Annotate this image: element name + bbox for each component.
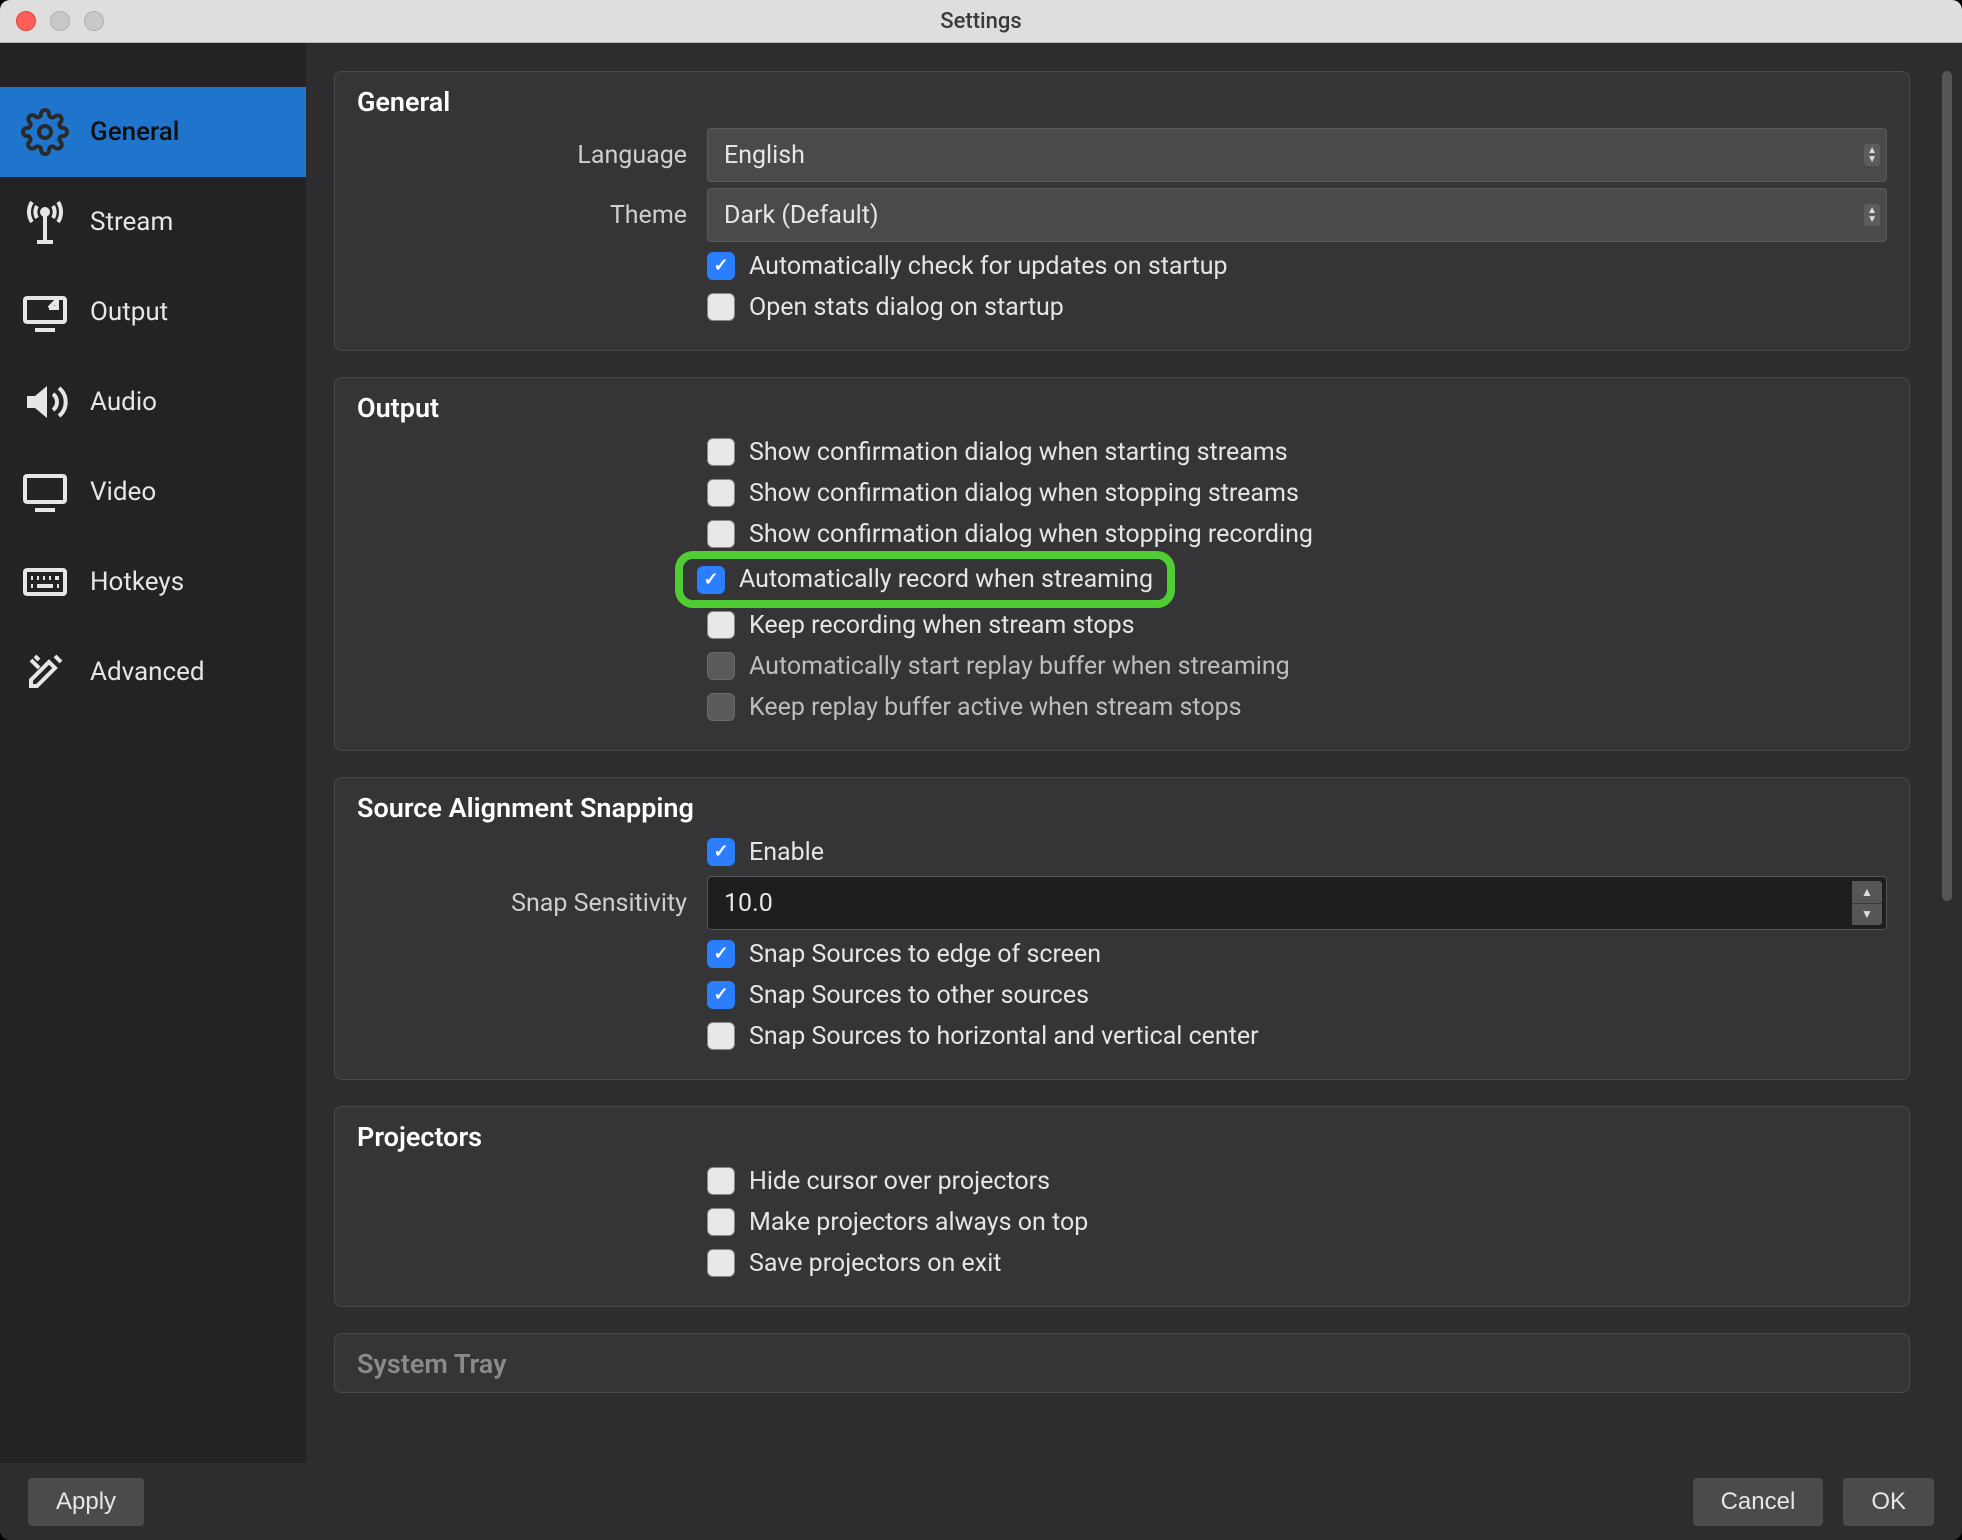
- sidebar-item-label: Video: [90, 477, 156, 507]
- auto-record-stream-label: Automatically record when streaming: [739, 565, 1153, 594]
- snap-sensitivity-value: 10.0: [724, 889, 773, 918]
- theme-select[interactable]: Dark (Default) ▲▼: [707, 188, 1887, 242]
- hide-cursor-label: Hide cursor over projectors: [749, 1167, 1050, 1196]
- confirm-stop-stream-label: Show confirmation dialog when stopping s…: [749, 479, 1299, 508]
- apply-button[interactable]: Apply: [28, 1478, 144, 1526]
- open-stats-label: Open stats dialog on startup: [749, 293, 1064, 322]
- snap-edge-checkbox[interactable]: [707, 940, 735, 968]
- check-updates-label: Automatically check for updates on start…: [749, 252, 1228, 281]
- speaker-icon: [18, 375, 72, 429]
- auto-replay-buffer-label: Automatically start replay buffer when s…: [749, 652, 1290, 681]
- sidebar-item-label: Output: [90, 297, 168, 327]
- snapping-enable-checkbox[interactable]: [707, 838, 735, 866]
- panel-projectors: Projectors Hide cursor over projectors M…: [334, 1106, 1910, 1307]
- sidebar-item-general[interactable]: General: [0, 87, 306, 177]
- auto-replay-buffer-checkbox: [707, 652, 735, 680]
- confirm-stop-stream-checkbox[interactable]: [707, 479, 735, 507]
- sidebar-item-stream[interactable]: Stream: [0, 177, 306, 267]
- auto-record-stream-checkbox[interactable]: [697, 566, 725, 594]
- titlebar: Settings: [0, 0, 1962, 43]
- sidebar-item-label: General: [90, 117, 179, 147]
- panel-general: General Language English ▲▼ Theme: [334, 71, 1910, 351]
- antenna-icon: [18, 195, 72, 249]
- dialog-footer: Apply Cancel OK: [0, 1463, 1962, 1540]
- stepper-icon: ▲▼: [1864, 204, 1880, 226]
- check-updates-checkbox[interactable]: [707, 252, 735, 280]
- panel-title: General: [357, 86, 1887, 118]
- always-top-label: Make projectors always on top: [749, 1208, 1088, 1237]
- language-label: Language: [357, 141, 707, 170]
- snap-other-label: Snap Sources to other sources: [749, 981, 1089, 1010]
- snap-sensitivity-label: Snap Sensitivity: [357, 889, 707, 918]
- open-stats-checkbox[interactable]: [707, 293, 735, 321]
- sidebar-item-video[interactable]: Video: [0, 447, 306, 537]
- highlighted-setting: Automatically record when streaming: [675, 551, 1175, 608]
- sidebar-item-label: Audio: [90, 387, 157, 417]
- language-value: English: [724, 141, 805, 170]
- panel-system-tray: System Tray: [334, 1333, 1910, 1393]
- sidebar-item-audio[interactable]: Audio: [0, 357, 306, 447]
- panel-title: Source Alignment Snapping: [357, 792, 1887, 824]
- snap-edge-label: Snap Sources to edge of screen: [749, 940, 1101, 969]
- keep-rec-stream-stop-label: Keep recording when stream stops: [749, 611, 1135, 640]
- settings-content: General Language English ▲▼ Theme: [334, 71, 1934, 1463]
- gear-icon: [18, 105, 72, 159]
- snapping-enable-label: Enable: [749, 838, 824, 867]
- keep-rec-stream-stop-checkbox[interactable]: [707, 611, 735, 639]
- stepper-icon: ▲▼: [1864, 144, 1880, 166]
- sidebar-item-hotkeys[interactable]: Hotkeys: [0, 537, 306, 627]
- theme-label: Theme: [357, 201, 707, 230]
- confirm-start-stream-checkbox[interactable]: [707, 438, 735, 466]
- cancel-button[interactable]: Cancel: [1693, 1478, 1824, 1526]
- snap-sensitivity-input[interactable]: 10.0 ▲▼: [707, 876, 1887, 930]
- ok-button[interactable]: OK: [1843, 1478, 1934, 1526]
- confirm-stop-recording-checkbox[interactable]: [707, 520, 735, 548]
- window-title: Settings: [0, 9, 1962, 34]
- panel-output: Output Show confirmation dialog when sta…: [334, 377, 1910, 751]
- keep-replay-buffer-checkbox: [707, 693, 735, 721]
- settings-window: Settings General Stream Output: [0, 0, 1962, 1540]
- snap-other-checkbox[interactable]: [707, 981, 735, 1009]
- theme-value: Dark (Default): [724, 201, 879, 230]
- always-top-checkbox[interactable]: [707, 1208, 735, 1236]
- panel-snapping: Source Alignment Snapping Enable Snap Se…: [334, 777, 1910, 1080]
- save-exit-label: Save projectors on exit: [749, 1249, 1001, 1278]
- sidebar-item-advanced[interactable]: Advanced: [0, 627, 306, 717]
- panel-title: System Tray: [357, 1348, 1887, 1380]
- settings-sidebar: General Stream Output Audio: [0, 43, 306, 1463]
- panel-title: Projectors: [357, 1121, 1887, 1153]
- snap-center-checkbox[interactable]: [707, 1022, 735, 1050]
- language-select[interactable]: English ▲▼: [707, 128, 1887, 182]
- snap-center-label: Snap Sources to horizontal and vertical …: [749, 1022, 1259, 1051]
- sidebar-item-label: Hotkeys: [90, 567, 184, 597]
- tools-icon: [18, 645, 72, 699]
- monitor-icon: [18, 465, 72, 519]
- confirm-start-stream-label: Show confirmation dialog when starting s…: [749, 438, 1288, 467]
- sidebar-item-output[interactable]: Output: [0, 267, 306, 357]
- panel-title: Output: [357, 392, 1887, 424]
- sidebar-item-label: Advanced: [90, 657, 205, 687]
- output-icon: [18, 285, 72, 339]
- keep-replay-buffer-label: Keep replay buffer active when stream st…: [749, 693, 1242, 722]
- save-exit-checkbox[interactable]: [707, 1249, 735, 1277]
- spinbox-stepper[interactable]: ▲▼: [1852, 881, 1882, 925]
- keyboard-icon: [18, 555, 72, 609]
- content-scrollbar[interactable]: [1942, 71, 1952, 901]
- confirm-stop-recording-label: Show confirmation dialog when stopping r…: [749, 520, 1313, 549]
- sidebar-item-label: Stream: [90, 207, 173, 237]
- hide-cursor-checkbox[interactable]: [707, 1167, 735, 1195]
